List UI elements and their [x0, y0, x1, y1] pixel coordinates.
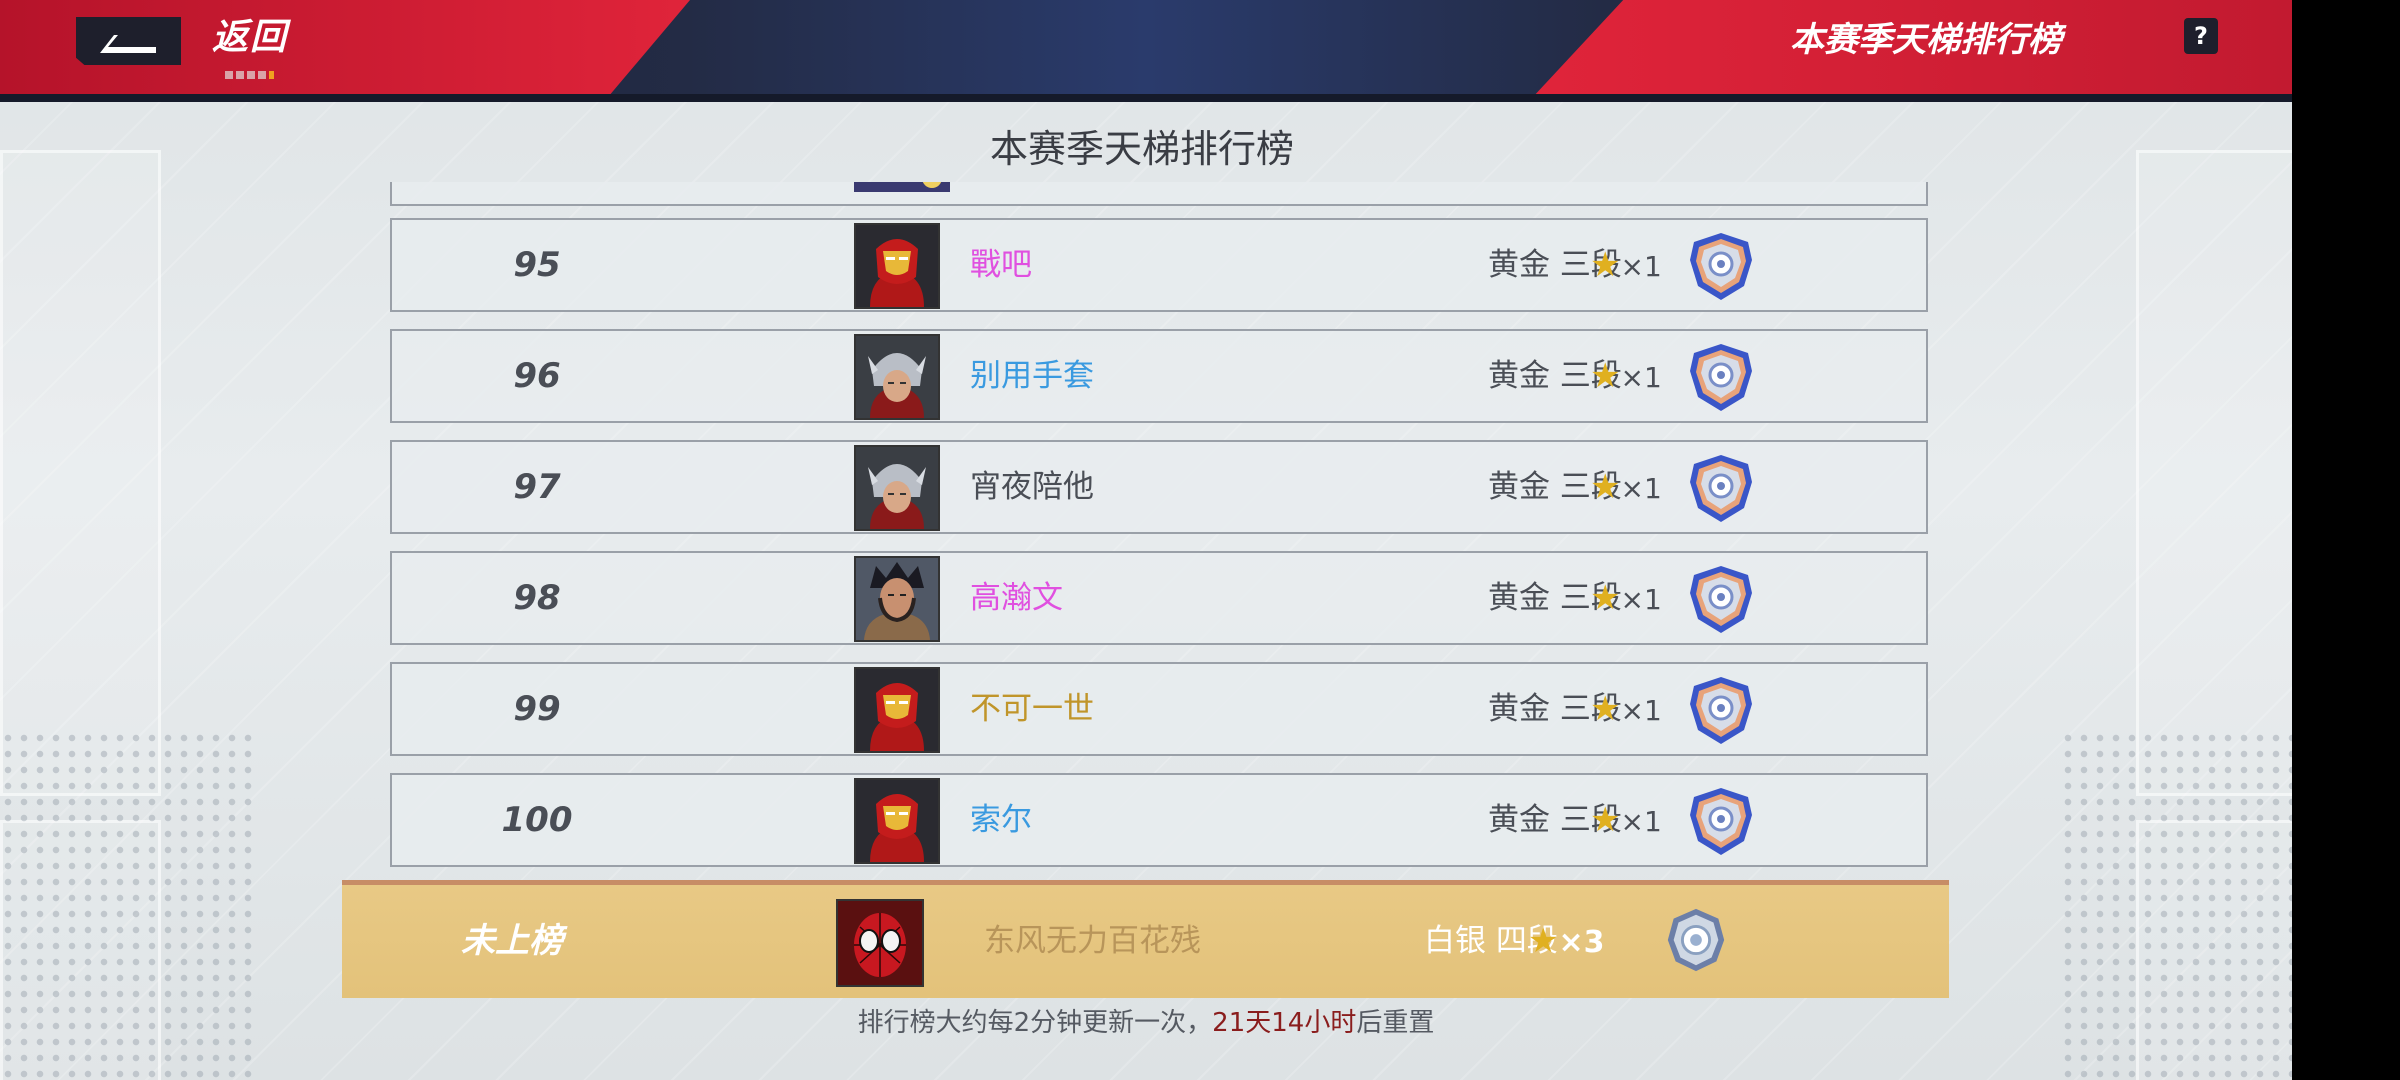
header-divider: [0, 94, 2292, 102]
my-star-count: ★×3: [1528, 885, 1605, 998]
table-row-partial: [390, 182, 1928, 206]
gold-rank-badge-icon: [1690, 233, 1752, 300]
star-count: ★×1: [1590, 220, 1662, 310]
my-avatar[interactable]: [836, 899, 924, 987]
table-row[interactable]: 99 不可一世 黄金 三段 ★×1: [390, 662, 1928, 756]
star-multiplier: ×1: [1620, 805, 1662, 838]
star-icon: ★: [1528, 921, 1559, 961]
thor-avatar[interactable]: [854, 334, 940, 420]
ranking-board: 本赛季天梯排行榜 95 戰吧 黄金 三段 ★×1 96 别用手套 黄金 三段 ★…: [352, 104, 1932, 984]
back-button[interactable]: [76, 17, 181, 65]
table-row[interactable]: 96 别用手套 黄金 三段 ★×1: [390, 329, 1928, 423]
star-multiplier: ×1: [1620, 583, 1662, 616]
my-player-name: 东风无力百花残: [984, 923, 1201, 959]
player-name[interactable]: 高瀚文: [970, 553, 1063, 643]
star-icon: ★: [1590, 578, 1621, 618]
footer-note: 排行榜大约每2分钟更新一次，21天14小时后重置: [0, 1002, 2292, 1039]
iron-man-avatar[interactable]: [854, 223, 940, 309]
player-name[interactable]: 索尔: [970, 775, 1032, 865]
left-decor-panel: [0, 150, 161, 796]
rank-number: 99: [513, 689, 561, 729]
gold-rank-badge-icon: [1690, 677, 1752, 744]
star-multiplier: ×1: [1620, 250, 1662, 283]
back-arrow-icon: [100, 35, 156, 53]
gold-rank-badge-icon: [1690, 566, 1752, 633]
top-header: 返回 本赛季天梯排行榜 ?: [0, 0, 2292, 102]
rank-number: 95: [513, 245, 561, 285]
my-rank-label: 未上榜: [461, 921, 563, 961]
leaderboard-screen: 返回 本赛季天梯排行榜 ? 本赛季天梯排行榜 95 戰吧 黄金 三段 ★×1 9…: [0, 0, 2292, 1080]
ranking-list[interactable]: 95 戰吧 黄金 三段 ★×1 96 别用手套 黄金 三段 ★×1 97 宵夜陪…: [352, 182, 1932, 982]
player-name[interactable]: 别用手套: [970, 331, 1094, 421]
screen-edge: [2292, 0, 2400, 1080]
footer-suffix: 后重置: [1356, 1008, 1435, 1038]
iron-man-avatar[interactable]: [854, 778, 940, 864]
player-name[interactable]: 宵夜陪他: [970, 442, 1094, 532]
table-row[interactable]: 100 索尔 黄金 三段 ★×1: [390, 773, 1928, 867]
star-icon: ★: [1590, 467, 1621, 507]
back-label[interactable]: 返回: [212, 8, 288, 60]
help-button[interactable]: ?: [2184, 18, 2218, 54]
table-row[interactable]: 98 高瀚文 黄金 三段 ★×1: [390, 551, 1928, 645]
iron-man-avatar[interactable]: [854, 667, 940, 753]
star-count: ★×1: [1590, 442, 1662, 532]
star-count: ★×1: [1590, 664, 1662, 754]
footer-prefix: 排行榜大约每2分钟更新一次，: [857, 1008, 1213, 1038]
gold-rank-badge-icon: [1690, 344, 1752, 411]
board-title: 本赛季天梯排行榜: [989, 127, 1294, 171]
star-count: ★×1: [1590, 775, 1662, 865]
gold-rank-badge-icon: [1690, 788, 1752, 855]
star-icon: ★: [1590, 356, 1621, 396]
my-rank-row: 未上榜 东风无力百花残 白银 四段 ★×3: [342, 880, 1949, 998]
player-name[interactable]: 戰吧: [970, 220, 1032, 310]
star-icon: ★: [1590, 245, 1621, 285]
thor-avatar[interactable]: [854, 445, 940, 531]
star-count: ★×1: [1590, 553, 1662, 643]
gold-rank-badge-icon: [1690, 455, 1752, 522]
rank-badge-icon: [1686, 182, 1756, 192]
table-row[interactable]: 95 戰吧 黄金 三段 ★×1: [390, 218, 1928, 312]
table-row[interactable]: 97 宵夜陪他 黄金 三段 ★×1: [390, 440, 1928, 534]
my-star-multiplier: ×3: [1558, 925, 1605, 960]
star-multiplier: ×1: [1620, 472, 1662, 505]
silver-rank-badge-icon: [1667, 908, 1725, 972]
reset-countdown: 21天14小时: [1212, 1008, 1357, 1038]
star-count: ★×1: [1590, 331, 1662, 421]
player-name[interactable]: 不可一世: [970, 664, 1094, 754]
rank-number: 100: [501, 800, 573, 840]
star-multiplier: ×1: [1620, 694, 1662, 727]
star-multiplier: ×1: [1620, 361, 1662, 394]
wolverine-avatar[interactable]: [854, 556, 940, 642]
star-icon: ★: [1590, 689, 1621, 729]
rank-number: 97: [513, 467, 561, 507]
header-title: 本赛季天梯排行榜: [1790, 20, 2062, 60]
star-icon: ★: [1590, 800, 1621, 840]
right-decor-panel: [2136, 150, 2292, 796]
avatar: [854, 182, 950, 192]
rank-number: 96: [513, 356, 561, 396]
back-progress-dots: [225, 64, 283, 79]
rank-number: 98: [513, 578, 561, 618]
